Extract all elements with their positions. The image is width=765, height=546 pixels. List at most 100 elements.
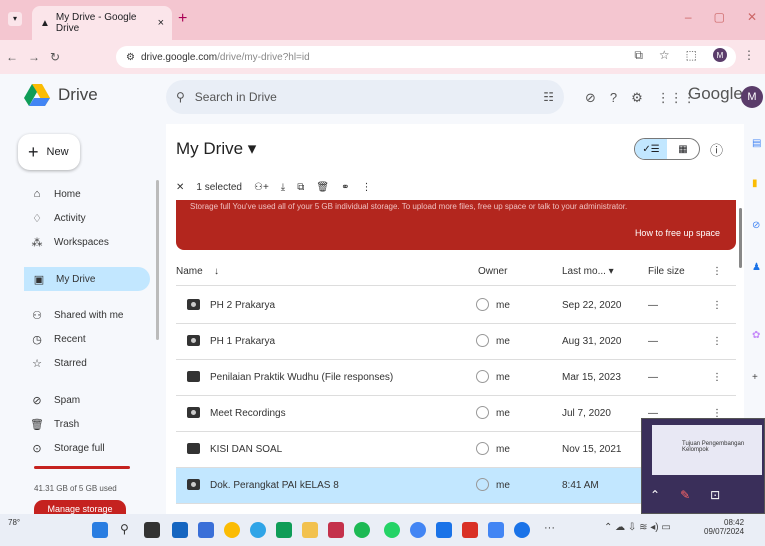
pdf-icon[interactable] bbox=[462, 522, 478, 538]
column-owner[interactable]: Owner bbox=[478, 266, 507, 277]
download-icon[interactable]: ⤓ bbox=[281, 182, 285, 193]
picture-in-picture-window[interactable]: Tujuan Pengembangan Kelompok ⌃ ✎ ⊡ bbox=[641, 418, 765, 514]
close-window-icon[interactable]: ✕ bbox=[747, 10, 757, 24]
app-icon-9[interactable] bbox=[514, 522, 530, 538]
app-icon-6[interactable] bbox=[410, 522, 426, 538]
list-view-icon[interactable]: ✓☰ bbox=[635, 139, 667, 159]
sidebar-item-trash[interactable]: 🗑 Trash bbox=[0, 412, 150, 436]
main-scrollbar[interactable] bbox=[739, 208, 742, 268]
addon-icon[interactable]: ✿ bbox=[752, 330, 760, 341]
search-input[interactable]: Search in Drive bbox=[195, 90, 277, 104]
copy-link-icon[interactable]: ⚭ bbox=[341, 182, 349, 193]
keep-icon[interactable]: ▮ bbox=[752, 178, 758, 189]
account-avatar[interactable]: M bbox=[741, 86, 763, 108]
app-icon-3[interactable] bbox=[276, 522, 292, 538]
delete-icon[interactable]: 🗑 bbox=[316, 182, 329, 193]
folder-icon bbox=[187, 371, 200, 382]
app-icon-2[interactable] bbox=[198, 522, 214, 538]
tab-list-icon[interactable]: ▾ bbox=[8, 12, 22, 26]
sidebar-item-home[interactable]: ⌂ Home bbox=[0, 182, 150, 206]
owner-name: me bbox=[496, 372, 510, 383]
sidebar-item-workspaces[interactable]: ⁂ Workspaces bbox=[0, 230, 150, 254]
info-icon[interactable]: ⓘ bbox=[710, 140, 723, 159]
bookmark-star-icon[interactable]: ☆ bbox=[659, 48, 670, 63]
clear-selection-icon[interactable]: ✕ bbox=[176, 182, 184, 193]
table-row[interactable]: PH 2 Prakarya me Sep 22, 2020 — ⋮ bbox=[176, 288, 736, 324]
get-addons-icon[interactable]: + bbox=[752, 372, 758, 383]
tasks-icon[interactable]: ⊘ bbox=[752, 220, 760, 231]
cast-icon[interactable]: ⧉ bbox=[634, 48, 643, 63]
back-icon[interactable]: ← bbox=[6, 50, 18, 64]
site-info-icon[interactable]: ⚙ bbox=[126, 52, 135, 63]
grid-view-icon[interactable]: ▦ bbox=[667, 139, 699, 159]
row-more-icon[interactable]: ⋮ bbox=[712, 300, 722, 311]
sidebar-item-spam[interactable]: ⊘ Spam bbox=[0, 388, 150, 412]
more-actions-icon[interactable]: ⋮ bbox=[361, 182, 371, 193]
expand-icon[interactable]: ⌃ bbox=[650, 488, 660, 502]
task-view-icon[interactable] bbox=[144, 522, 160, 538]
page-title[interactable]: My Drive ▾ bbox=[176, 139, 256, 159]
chrome-icon[interactable] bbox=[224, 522, 240, 538]
contacts-icon[interactable]: ♟ bbox=[752, 262, 761, 273]
sidebar-scrollbar[interactable] bbox=[156, 180, 159, 340]
sidebar-item-activity[interactable]: ♢ Activity bbox=[0, 206, 150, 230]
column-options-icon[interactable]: ⋮ bbox=[712, 266, 722, 277]
column-last-modified[interactable]: Last mo... ▾ bbox=[562, 266, 614, 277]
whatsapp-icon[interactable] bbox=[384, 522, 400, 538]
app-icon-4[interactable] bbox=[328, 522, 344, 538]
app-icon-8[interactable] bbox=[488, 522, 504, 538]
sidebar-item-starred[interactable]: ☆ Starred bbox=[0, 351, 150, 375]
row-more-icon[interactable]: ⋮ bbox=[712, 336, 722, 347]
help-icon[interactable]: ? bbox=[610, 90, 617, 106]
clock[interactable]: 08:42 09/07/2024 bbox=[704, 518, 744, 536]
move-icon[interactable]: ⧉ bbox=[297, 182, 304, 193]
weather-widget[interactable]: 78° bbox=[8, 518, 20, 527]
owner-avatar-icon bbox=[476, 370, 489, 383]
calendar-icon[interactable]: ▤ bbox=[752, 138, 761, 149]
sidebar-item-my-drive[interactable]: ▣ My Drive bbox=[24, 267, 150, 291]
minimize-icon[interactable]: – bbox=[685, 10, 692, 24]
sidebar-item-label: Trash bbox=[54, 418, 80, 430]
settings-gear-icon[interactable]: ⚙ bbox=[631, 90, 643, 106]
start-icon[interactable] bbox=[92, 522, 108, 538]
offline-status-icon[interactable]: ⊘ bbox=[585, 90, 596, 106]
search-bar[interactable]: ⚲ Search in Drive ☷ bbox=[166, 80, 564, 114]
drive-logo[interactable]: Drive bbox=[24, 84, 98, 106]
table-row[interactable]: Penilaian Praktik Wudhu (File responses)… bbox=[176, 360, 736, 396]
search-options-icon[interactable]: ☷ bbox=[543, 90, 554, 104]
view-toggle[interactable]: ✓☰ ▦ bbox=[634, 138, 700, 160]
sidebar-item-shared[interactable]: ⚇ Shared with me bbox=[0, 303, 150, 327]
clock-date: 09/07/2024 bbox=[704, 527, 745, 536]
forward-icon[interactable]: → bbox=[28, 50, 40, 64]
table-row[interactable]: PH 1 Prakarya me Aug 31, 2020 — ⋮ bbox=[176, 324, 736, 360]
extensions-icon[interactable]: ⬚ bbox=[686, 48, 697, 63]
browser-tab[interactable]: ▲ My Drive - Google Drive × bbox=[32, 6, 172, 40]
return-to-tab-icon[interactable]: ⊡ bbox=[710, 488, 720, 502]
app-icon-5[interactable] bbox=[354, 522, 370, 538]
sidebar-item-recent[interactable]: ◷ Recent bbox=[0, 327, 150, 351]
profile-avatar[interactable]: M bbox=[713, 48, 727, 62]
sidebar-item-storage[interactable]: ⊙ Storage full bbox=[0, 436, 150, 460]
new-button[interactable]: + New bbox=[18, 134, 80, 170]
more-apps-icon[interactable]: ··· bbox=[544, 522, 560, 538]
taskbar-search-icon[interactable]: ⚲ bbox=[120, 522, 136, 538]
tab-close-icon[interactable]: × bbox=[158, 17, 164, 29]
mic-off-icon[interactable]: ✎ bbox=[680, 488, 690, 502]
app-icon-7[interactable] bbox=[436, 522, 452, 538]
free-up-space-link[interactable]: How to free up space bbox=[635, 228, 720, 238]
system-tray[interactable]: ⌃ ☁ ⇩ ≋ ◂) ▭ bbox=[604, 522, 694, 538]
maximize-icon[interactable]: ▢ bbox=[714, 10, 725, 24]
row-more-icon[interactable]: ⋮ bbox=[712, 372, 722, 383]
file-explorer-icon[interactable] bbox=[302, 522, 318, 538]
edge-icon[interactable] bbox=[250, 522, 266, 538]
sort-arrow-icon[interactable]: ↓ bbox=[214, 266, 219, 277]
column-name[interactable]: Name bbox=[176, 266, 203, 277]
menu-dots-icon[interactable]: ⋮ bbox=[743, 48, 755, 63]
search-icon[interactable]: ⚲ bbox=[176, 90, 185, 104]
new-tab-button[interactable]: + bbox=[178, 10, 187, 28]
app-icon-1[interactable] bbox=[172, 522, 188, 538]
sidebar-item-label: Home bbox=[54, 188, 81, 200]
share-icon[interactable]: ⚇+ bbox=[254, 182, 269, 193]
reload-icon[interactable]: ↻ bbox=[50, 50, 60, 64]
column-file-size[interactable]: File size bbox=[648, 266, 685, 277]
